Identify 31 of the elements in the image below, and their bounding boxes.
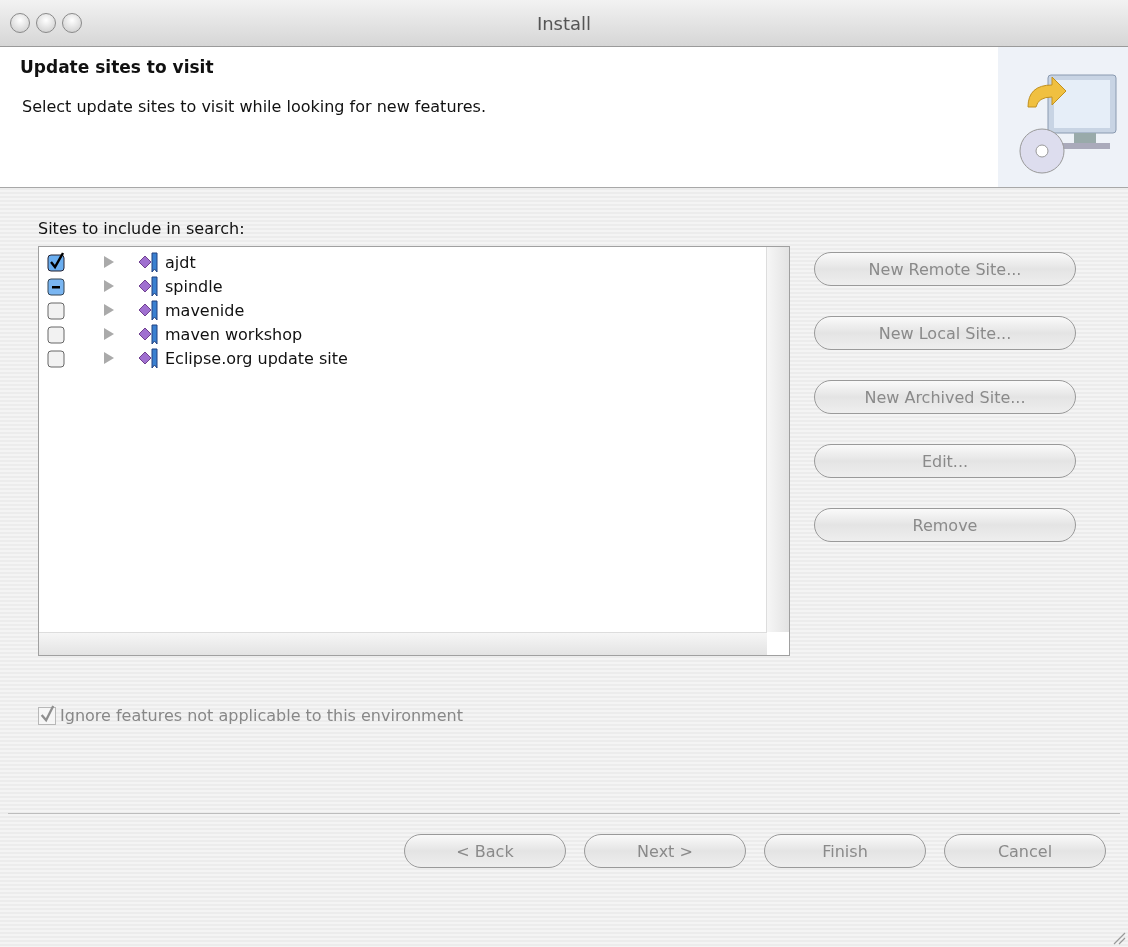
checkbox[interactable] [47,348,65,368]
minimize-button[interactable] [36,13,56,33]
vertical-scrollbar[interactable] [766,247,789,632]
site-name[interactable]: mavenide [165,300,245,320]
site-name[interactable]: ajdt [165,252,196,272]
expand-arrow-icon[interactable] [103,327,115,341]
checkbox[interactable] [47,252,65,272]
window-title: Install [536,12,592,34]
site-name[interactable]: Eclipse.org update site [165,348,348,368]
page-title: Update sites to visit [20,57,215,77]
site-icon [137,251,161,273]
option-label: Ignore features not applicable to this environment [60,706,463,725]
site-icon [137,275,161,297]
horizontal-scrollbar[interactable] [39,632,767,655]
expand-arrow-icon[interactable] [103,303,115,317]
zoom-button[interactable] [62,13,82,33]
expand-arrow-icon[interactable] [103,351,115,365]
site-list[interactable]: ajdt spindle mavenide maven workshop Eclipse.org update site [38,246,790,656]
list-label: Sites to include in search: [38,219,245,238]
page-description: Select update sites to visit while looking for new features. [21,97,487,116]
checkbox[interactable] [47,276,65,296]
site-icon [137,347,161,369]
close-button[interactable] [10,13,30,33]
site-name[interactable]: maven workshop [165,324,303,344]
checkbox[interactable] [47,324,65,344]
site-icon [137,299,161,321]
site-icon [137,323,161,345]
site-name[interactable]: spindle [165,276,223,296]
expand-arrow-icon[interactable] [103,255,115,269]
checkbox[interactable] [47,300,65,320]
expand-arrow-icon[interactable] [103,279,115,293]
